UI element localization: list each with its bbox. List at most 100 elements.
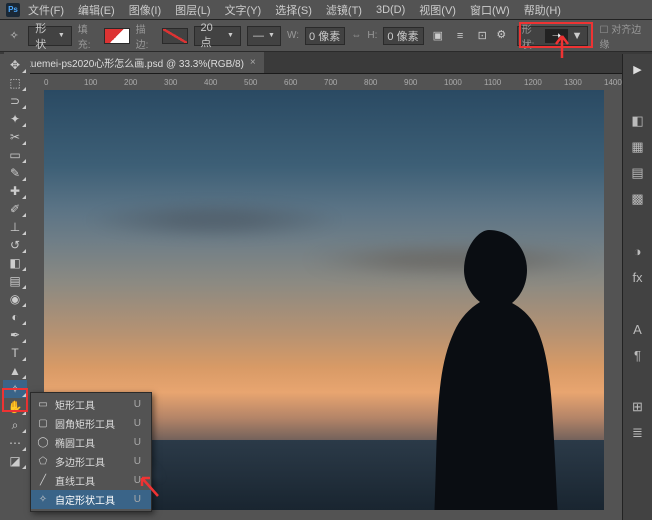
color-icon[interactable]: ◧ [629, 112, 647, 130]
shape-picker[interactable]: 形状: ➝ ▼ [517, 26, 588, 46]
pattern-icon[interactable]: ▩ [629, 190, 647, 208]
line-icon: ╱ [37, 475, 49, 487]
chevron-down-icon: ▼ [227, 32, 234, 39]
flyout-shortcut: U [134, 494, 141, 505]
align-edges-checkbox[interactable]: ☐ 对齐边缘 [600, 21, 647, 51]
menu-edit[interactable]: 编辑(E) [72, 0, 121, 20]
menu-layer[interactable]: 图层(L) [169, 0, 216, 20]
stroke-width-field[interactable]: 20 点▼ [194, 26, 241, 46]
flyout-polygon[interactable]: ⬠多边形工具U [31, 452, 151, 471]
styles-icon[interactable]: fx [629, 268, 647, 286]
shape-tool[interactable]: ✧ [3, 380, 27, 398]
flyout-custom[interactable]: ✧自定形状工具U [31, 490, 151, 509]
ruler-mark: 1100 [484, 78, 524, 87]
move-tool[interactable]: ✥ [3, 56, 27, 74]
brush-tool[interactable]: ✐ [3, 200, 27, 218]
heal-tool[interactable]: ✚ [3, 182, 27, 200]
menu-view[interactable]: 视图(V) [413, 0, 462, 20]
flyout-ellipse[interactable]: ◯椭圆工具U [31, 433, 151, 452]
eraser-tool[interactable]: ◧ [3, 254, 27, 272]
custom-icon: ✧ [37, 494, 49, 506]
menu-type[interactable]: 文字(Y) [219, 0, 268, 20]
stroke-style-dropdown[interactable]: —▼ [247, 26, 281, 46]
menu-select[interactable]: 选择(S) [269, 0, 318, 20]
link-wh-icon[interactable]: ⇔ [351, 30, 361, 41]
close-tab-icon[interactable]: × [250, 57, 256, 68]
marquee-tool[interactable]: ⬚ [3, 74, 27, 92]
ruler-mark: 1400 [604, 78, 622, 87]
crop-tool[interactable]: ✂ [3, 128, 27, 146]
stroke-swatch[interactable] [162, 28, 187, 44]
width-field[interactable]: 0 像素 [305, 27, 345, 45]
flyout-shortcut: U [134, 456, 141, 467]
options-bar: ✧ 形状▼ 填充: 描边: 20 点▼ —▼ W: 0 像素 ⇔ H: 0 像素… [0, 20, 652, 52]
path-ops-icon[interactable]: ▣ [430, 27, 446, 45]
shape-mode-dropdown[interactable]: 形状▼ [28, 26, 72, 46]
para-icon[interactable]: ¶ [629, 346, 647, 364]
menu-window[interactable]: 窗口(W) [464, 0, 516, 20]
ruler-mark: 1200 [524, 78, 564, 87]
play-icon[interactable]: ▶ [629, 60, 647, 78]
menu-help[interactable]: 帮助(H) [518, 0, 567, 20]
wand-tool[interactable]: ✦ [3, 110, 27, 128]
flyout-shortcut: U [134, 437, 141, 448]
ruler-mark: 700 [324, 78, 364, 87]
ruler-mark: 600 [284, 78, 324, 87]
height-field[interactable]: 0 像素 [383, 27, 423, 45]
menu-3d[interactable]: 3D(D) [370, 2, 411, 18]
pen-tool[interactable]: ✒ [3, 326, 27, 344]
fg-bg-colors[interactable]: ◪ [3, 452, 27, 470]
flyout-label: 圆角矩形工具 [55, 416, 115, 431]
gear-icon[interactable]: ⚙ [496, 28, 510, 44]
image-content [84, 200, 344, 240]
stroke-width-value: 20 点 [201, 22, 224, 50]
shape-preview: ➝ [545, 29, 567, 43]
frame-tool[interactable]: ▭ [3, 146, 27, 164]
tool-preset-icon[interactable]: ✧ [6, 27, 22, 45]
char-icon[interactable]: A [629, 320, 647, 338]
flyout-label: 多边形工具 [55, 454, 105, 469]
align-edges-label: 对齐边缘 [600, 25, 642, 51]
swatches-icon[interactable]: ▦ [629, 138, 647, 156]
history-brush-tool[interactable]: ↺ [3, 236, 27, 254]
document-tab[interactable]: taoxuemei-ps2020心形怎么画.psd @ 33.3%(RGB/8)… [4, 52, 264, 73]
eyedropper-tool[interactable]: ✎ [3, 164, 27, 182]
fill-swatch[interactable] [104, 28, 129, 44]
layers-icon[interactable]: ≣ [629, 424, 647, 442]
dodge-tool[interactable]: ◐ [3, 308, 27, 326]
menu-image[interactable]: 图像(I) [123, 0, 167, 20]
flyout-label: 椭圆工具 [55, 435, 95, 450]
glyph-icon[interactable]: ⊞ [629, 398, 647, 416]
type-tool[interactable]: T [3, 344, 27, 362]
edit-toolbar[interactable]: ⋯ [3, 434, 27, 452]
adjust-icon[interactable]: ◑ [629, 242, 647, 260]
ruler-mark: 900 [404, 78, 444, 87]
height-label: H: [367, 30, 377, 41]
right-panel: ▶ ◧ ▦ ▤ ▩ ◑ fx A ¶ ⊞ ≣ [622, 54, 652, 520]
gradient-panel-icon[interactable]: ▤ [629, 164, 647, 182]
flyout-rect[interactable]: ▭矩形工具U [31, 395, 151, 414]
tool-bar: ✥⬚⊃✦✂▭✎✚✐⊥↺◧▤◉◐✒T▲✧✋⌕⋯◪ [0, 54, 30, 520]
lasso-tool[interactable]: ⊃ [3, 92, 27, 110]
flyout-round-rect[interactable]: ▢圆角矩形工具U [31, 414, 151, 433]
blur-tool[interactable]: ◉ [3, 290, 27, 308]
menu-filter[interactable]: 滤镜(T) [320, 0, 368, 20]
flyout-line[interactable]: ╱直线工具U [31, 471, 151, 490]
ruler-mark: 200 [124, 78, 164, 87]
menu-file[interactable]: 文件(F) [22, 0, 70, 20]
ruler-mark: 100 [84, 78, 124, 87]
gradient-tool[interactable]: ▤ [3, 272, 27, 290]
flyout-shortcut: U [134, 418, 141, 429]
width-label: W: [287, 30, 299, 41]
zoom-tool[interactable]: ⌕ [3, 416, 27, 434]
align-icon[interactable]: ≡ [452, 27, 468, 45]
ruler-mark: 800 [364, 78, 404, 87]
document-tab-title: taoxuemei-ps2020心形怎么画.psd @ 33.3%(RGB/8) [12, 55, 244, 70]
path-select-tool[interactable]: ▲ [3, 362, 27, 380]
stamp-tool[interactable]: ⊥ [3, 218, 27, 236]
hand-tool[interactable]: ✋ [3, 398, 27, 416]
ruler-mark: 400 [204, 78, 244, 87]
arrange-icon[interactable]: ⊡ [474, 27, 490, 45]
ruler-mark: 1000 [444, 78, 484, 87]
height-value: 0 像素 [387, 28, 418, 44]
